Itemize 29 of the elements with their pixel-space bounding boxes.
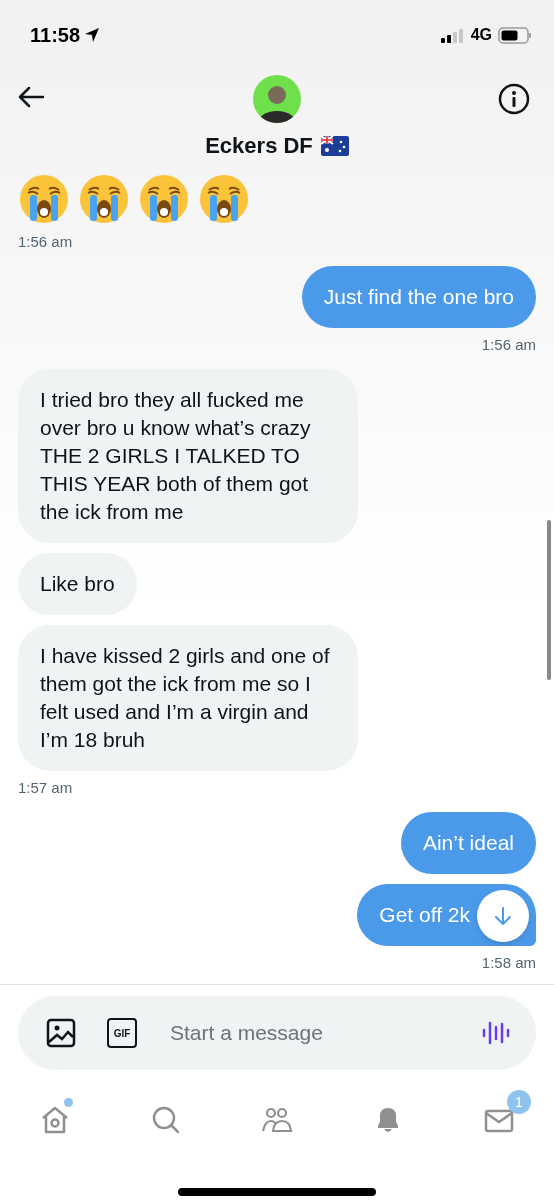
- contact-name: Eckers DF: [205, 132, 313, 160]
- flag-icon: [320, 135, 349, 156]
- status-time: 11:58: [30, 23, 81, 48]
- info-button[interactable]: [498, 83, 530, 115]
- message-time: 1:58 am: [481, 954, 536, 972]
- battery-icon: [498, 26, 532, 44]
- message-time: 1:57 am: [18, 779, 73, 797]
- message-bubble: Ain’t ideal: [400, 812, 536, 874]
- crying-face-icon: [78, 173, 130, 225]
- message-composer[interactable]: GIF Start a message: [18, 996, 536, 1070]
- unread-badge: 1: [507, 1090, 531, 1114]
- gif-icon[interactable]: GIF: [107, 1018, 137, 1048]
- crying-face-icon: [138, 173, 190, 225]
- message-input[interactable]: Start a message: [170, 1017, 482, 1049]
- message-bubble: Like bro: [18, 553, 137, 615]
- message-bubble: I tried bro they all fucked me over bro u know what’s crazy THE 2 GIRLS I TALKED TO THIS YEAR both of them got the ick from me: [18, 369, 358, 543]
- message-time: 1:56 am: [481, 336, 536, 354]
- message-bubble: I have kissed 2 girls and one of them got the ick from me so I felt used and I’m a virgin and I’m 18 bruh: [18, 625, 358, 771]
- voice-icon[interactable]: [482, 1019, 510, 1047]
- crying-face-icon: [18, 173, 70, 225]
- message-bubble: Just find the one bro: [301, 266, 536, 328]
- location-arrow-icon: [84, 27, 101, 43]
- arrow-down-icon: [494, 906, 512, 926]
- crying-face-icon: [198, 173, 250, 225]
- image-icon[interactable]: [46, 1018, 76, 1048]
- network-label: 4G: [470, 25, 492, 45]
- message-time: 1:56 am: [18, 233, 73, 251]
- avatar[interactable]: [253, 75, 301, 123]
- signal-icon: [440, 27, 465, 43]
